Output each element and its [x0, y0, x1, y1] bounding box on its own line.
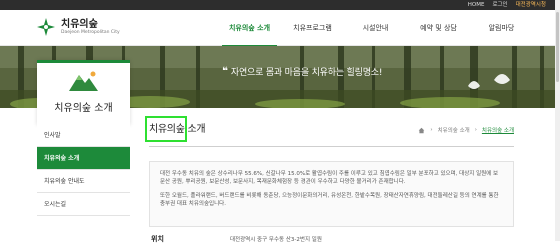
nav-forest-intro[interactable]: 치유의숲 소개: [218, 10, 281, 47]
banner-message: 자연으로 몸과 마음을 치유하는 힐링명소!: [230, 68, 383, 78]
sidebar-item-guide-map[interactable]: 치유의숲 안내도: [37, 170, 130, 193]
title-divider: [149, 146, 514, 147]
sidebar-menu: 인사말 치유의숲 소개 치유의숲 안내도 오시는길: [37, 124, 130, 216]
banner-text: ❝ 자연으로 몸과 마음을 치유하는 힐링명소!: [222, 65, 382, 78]
location-value: 대전광역시 중구 무수동 산3-2번지 일원: [230, 237, 322, 243]
intro-box: 대전 우수동 치유의 숲은 상수리나무 55.6%, 신갈나무 15.0%로 활…: [149, 161, 514, 227]
nav-reservation[interactable]: 예약 및 상담: [407, 10, 470, 46]
utility-bar: HOME 로그인 대전광역시청: [0, 0, 560, 10]
scrollbar-thumb[interactable]: [556, 12, 559, 82]
breadcrumb: › 치유의숲 소개 › 치유의숲 소개: [418, 126, 514, 134]
nav-healing-program[interactable]: 치유프로그램: [281, 10, 344, 46]
intro-paragraph-2: 또한 오월드, 플라워랜드, 버드랜드를 비롯해 동춘당, 으능정이문화의거리,…: [160, 193, 499, 207]
home-link[interactable]: HOME: [468, 0, 485, 10]
intro-paragraph-1: 대전 우수동 치유의 숲은 상수리나무 55.6%, 신갈나무 15.0%로 활…: [160, 171, 499, 185]
location-label: 위치: [151, 235, 164, 243]
utility-links: HOME 로그인 대전광역시청: [468, 0, 546, 10]
chevron-right-icon: ›: [430, 127, 433, 133]
logo-subtitle: Daejeon Metropolitan City: [61, 29, 120, 35]
daejeon-city-link[interactable]: 대전광역시청: [516, 0, 546, 10]
home-icon[interactable]: [418, 127, 425, 134]
breadcrumb-current[interactable]: 치유의숲 소개: [482, 126, 514, 134]
sidebar-title: 치유의숲 소개: [54, 103, 113, 114]
main-nav: 치유의숲 소개 치유프로그램 시설안내 예약 및 상담 알림마당: [218, 10, 533, 47]
logo-title: 치유의숲: [61, 18, 98, 30]
nav-facilities[interactable]: 시설안내: [344, 10, 407, 46]
chevron-right-icon: ›: [474, 127, 477, 133]
mountain-tree-icon: [69, 71, 98, 91]
breadcrumb-item[interactable]: 치유의숲 소개: [438, 126, 470, 134]
sidebar-item-greeting[interactable]: 인사말: [37, 124, 130, 147]
logo-mark-icon: [37, 18, 55, 36]
nav-notice[interactable]: 알림마당: [470, 10, 533, 46]
quote-icon: ❝: [222, 65, 228, 77]
page-title: 치유의숲 소개: [149, 124, 206, 135]
site-logo[interactable]: 치유의숲 Daejeon Metropolitan City: [36, 17, 120, 37]
page-scrollbar[interactable]: [555, 0, 560, 241]
sidebar-item-directions[interactable]: 오시는길: [37, 193, 130, 216]
site-header: 치유의숲 Daejeon Metropolitan City 치유의숲 소개 치…: [0, 10, 560, 47]
logo-text: 치유의숲 Daejeon Metropolitan City: [61, 19, 120, 36]
sidebar-item-forest-intro[interactable]: 치유의숲 소개: [37, 147, 130, 170]
sidebar-header: 치유의숲 소개: [37, 60, 130, 125]
login-link[interactable]: 로그인: [492, 0, 507, 10]
